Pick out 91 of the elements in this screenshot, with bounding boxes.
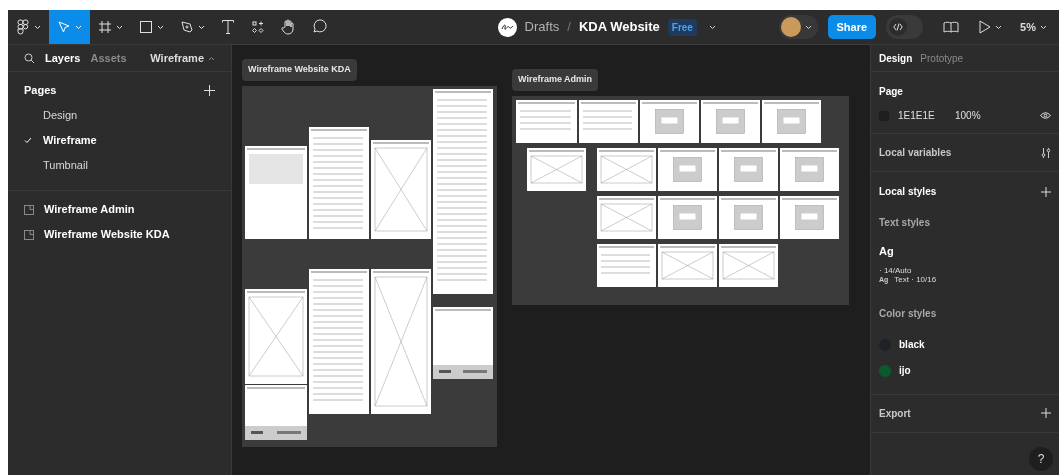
page-switcher-label: Wireframe — [150, 50, 204, 66]
frame-label[interactable]: Wireframe Website KDA — [242, 59, 357, 81]
hex-value[interactable]: 1E1E1E — [898, 108, 955, 123]
pen-icon — [180, 20, 194, 34]
layer-item[interactable]: Wireframe Website KDA — [24, 222, 215, 247]
wireframe-thumbnail — [658, 147, 717, 191]
page-item[interactable]: Wireframe — [24, 128, 215, 153]
caret-icon — [157, 24, 164, 30]
wireframe-thumbnail — [780, 147, 839, 191]
wireframe-thumbnail — [527, 147, 586, 191]
shapes-grid-icon — [251, 20, 265, 34]
layer-label: Wireframe Website KDA — [44, 227, 170, 243]
wireframe-thumbnail — [658, 243, 717, 287]
dev-mode-toggle[interactable] — [886, 15, 924, 39]
square-icon — [139, 20, 153, 34]
avatar-menu[interactable] — [778, 15, 818, 39]
text-style-name: Text · 10/16 — [894, 274, 937, 284]
wireframe-thumbnail — [780, 195, 839, 239]
hash-frame-icon — [98, 20, 112, 34]
hand-icon — [281, 19, 295, 35]
check-icon — [24, 137, 32, 144]
color-style-name: ijo — [899, 364, 911, 378]
caret-icon[interactable] — [708, 24, 716, 30]
wireframe-thumbnail — [701, 99, 760, 143]
plus-icon[interactable] — [1041, 408, 1051, 418]
color-style-item[interactable]: black — [879, 331, 1051, 358]
present-button[interactable] — [979, 20, 1003, 34]
frame-icon — [24, 229, 34, 240]
wireframe-thumbnail — [579, 99, 638, 143]
wireframe-thumbnail — [762, 99, 821, 143]
layer-label: Wireframe Admin — [44, 202, 135, 218]
opacity-value[interactable]: 100% — [955, 108, 981, 123]
layer-item[interactable]: Wireframe Admin — [24, 197, 215, 222]
zoom-level: 5% — [1020, 19, 1036, 35]
section-title: Pages — [24, 82, 57, 98]
wireframe-thumbnail — [719, 243, 778, 287]
text-icon — [221, 19, 235, 35]
caret-icon — [208, 55, 215, 61]
plus-icon[interactable] — [204, 84, 215, 96]
pointer-icon — [57, 20, 71, 34]
zoom-menu[interactable]: 5% — [1020, 18, 1047, 36]
book-icon[interactable] — [943, 21, 960, 33]
plan-badge: Free — [667, 18, 697, 36]
eye-icon[interactable] — [1040, 112, 1051, 119]
wireframe-thumbnail — [597, 147, 656, 191]
subsection-title: Text styles — [879, 216, 931, 230]
page-item[interactable]: Design — [24, 103, 215, 128]
play-icon — [979, 20, 992, 34]
frame-label[interactable]: Wireframe Admin — [512, 69, 599, 91]
breadcrumb-folder[interactable]: Drafts — [524, 17, 560, 37]
panel-tab[interactable]: Assets — [90, 49, 127, 67]
page-switcher[interactable]: Wireframe — [150, 49, 215, 67]
code-icon — [889, 18, 908, 36]
section-title: Export — [879, 406, 911, 421]
wireframe-thumbnail — [597, 243, 656, 287]
caret-icon — [116, 24, 123, 30]
file-name[interactable]: KDA Website — [578, 17, 660, 37]
caret-icon — [75, 24, 82, 30]
caret-icon — [198, 24, 205, 30]
signature-logo-icon — [497, 17, 517, 37]
page-item[interactable]: Tumbnail — [24, 153, 215, 178]
caret-icon — [34, 24, 41, 30]
plus-icon[interactable] — [1041, 186, 1051, 197]
help-button[interactable]: ? — [1029, 447, 1053, 471]
wireframe-thumbnail — [719, 147, 778, 191]
wireframe-thumbnail — [597, 195, 656, 239]
panel-tab[interactable]: Layers — [45, 49, 81, 67]
wireframe-thumbnail — [640, 99, 699, 143]
section-title: Local variables — [879, 146, 952, 160]
caret-icon — [1040, 24, 1047, 30]
share-button[interactable]: Share — [827, 15, 877, 39]
caret-icon — [804, 24, 812, 30]
breadcrumb-separator: / — [567, 18, 571, 37]
section-title: Page — [879, 85, 904, 99]
text-style-size: · 14/Auto — [879, 265, 913, 275]
wireframe-thumbnail — [719, 195, 778, 239]
panel-tab[interactable]: Design — [879, 50, 913, 66]
comment-icon — [311, 19, 327, 35]
panel-tab[interactable]: Prototype — [920, 50, 964, 66]
subsection-title: Color styles — [879, 306, 938, 321]
main-menu-icon — [16, 19, 30, 35]
search-icon[interactable] — [24, 52, 35, 64]
sliders-icon[interactable] — [1041, 146, 1051, 159]
color-style-item[interactable]: ijo — [879, 357, 1051, 384]
wireframe-thumbnail — [658, 195, 717, 239]
wireframe-thumbnail — [516, 99, 577, 143]
text-style-preview: Ag — [879, 244, 895, 259]
color-style-name: black — [899, 338, 925, 352]
caret-icon — [995, 24, 1003, 30]
section-title: Local styles — [879, 185, 937, 199]
frame-icon — [24, 204, 34, 215]
